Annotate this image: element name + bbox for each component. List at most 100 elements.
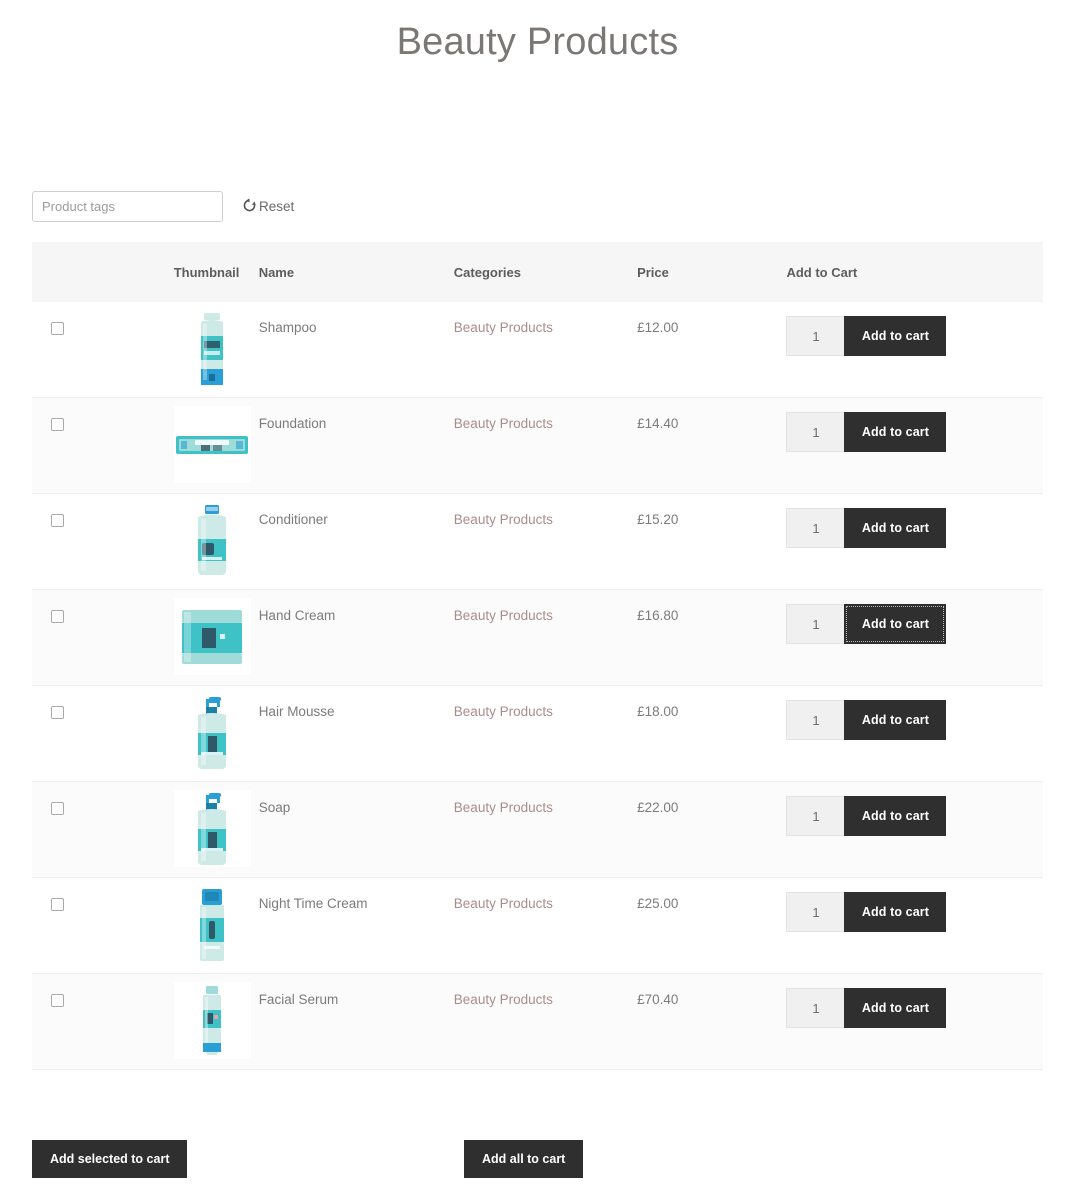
- row-thumbnail-cell: [84, 590, 251, 686]
- product-price: £25.00: [637, 896, 679, 911]
- row-select-checkbox[interactable]: [51, 418, 64, 431]
- add-to-cart-group: Add to cart: [786, 892, 947, 932]
- add-to-cart-button[interactable]: Add to cart: [844, 604, 947, 644]
- row-thumbnail-cell: [84, 878, 251, 974]
- table-header: Thumbnail Name Categories Price Add to C…: [32, 242, 1043, 302]
- product-category-link[interactable]: Beauty Products: [449, 494, 553, 527]
- reset-label: Reset: [259, 199, 295, 214]
- row-select-checkbox[interactable]: [51, 514, 64, 527]
- product-price: £16.80: [637, 608, 679, 623]
- product-thumbnail-spray-can-icon[interactable]: [173, 886, 251, 963]
- add-to-cart-group: Add to cart: [786, 316, 947, 356]
- product-thumbnail-cream-jar-icon[interactable]: [173, 598, 251, 675]
- row-categories-cell: Beauty Products: [449, 590, 632, 686]
- row-name-cell: Night Time Cream: [251, 878, 449, 974]
- quantity-input[interactable]: [786, 700, 845, 740]
- row-add-to-cart-cell: Add to cart: [780, 974, 1043, 1070]
- product-tags-input[interactable]: [32, 191, 223, 222]
- product-category-link[interactable]: Beauty Products: [449, 782, 553, 815]
- row-thumbnail-cell: [84, 974, 251, 1070]
- product-name: Hand Cream: [258, 608, 336, 623]
- reset-button[interactable]: Reset: [242, 197, 295, 216]
- add-to-cart-button[interactable]: Add to cart: [844, 988, 947, 1028]
- add-to-cart-button[interactable]: Add to cart: [844, 796, 947, 836]
- row-add-to-cart-cell: Add to cart: [780, 494, 1043, 590]
- column-header-categories: Categories: [448, 242, 633, 302]
- table-row: Night Time Cream Beauty Products £25.00 Add…: [32, 877, 1043, 974]
- quantity-input[interactable]: [786, 892, 845, 932]
- product-name: Hair Mousse: [258, 704, 335, 719]
- row-select-cell: [32, 590, 84, 686]
- row-thumbnail-cell: [84, 302, 251, 398]
- row-select-checkbox[interactable]: [51, 994, 64, 1007]
- quantity-input[interactable]: [786, 988, 845, 1028]
- quantity-input[interactable]: [786, 412, 845, 452]
- row-select-checkbox[interactable]: [51, 898, 64, 911]
- page-title: Beauty Products: [396, 21, 679, 63]
- quantity-input[interactable]: [786, 316, 845, 356]
- product-name: Conditioner: [258, 512, 328, 527]
- add-to-cart-button[interactable]: Add to cart: [844, 412, 947, 452]
- product-name: Night Time Cream: [258, 896, 368, 911]
- row-select-cell: [32, 398, 84, 494]
- table-row: Shampoo Beauty Products £12.00 Add to cart: [32, 302, 1043, 398]
- add-to-cart-group: Add to cart: [786, 508, 947, 548]
- add-to-cart-button[interactable]: Add to cart: [844, 508, 947, 548]
- add-to-cart-group: Add to cart: [786, 604, 947, 644]
- column-header-name: Name: [250, 242, 449, 302]
- add-to-cart-button[interactable]: Add to cart: [844, 700, 947, 740]
- product-category-link[interactable]: Beauty Products: [449, 302, 553, 335]
- product-thumbnail-shampoo-bottle-icon[interactable]: [173, 310, 251, 387]
- add-selected-to-cart-button[interactable]: Add selected to cart: [32, 1140, 188, 1178]
- product-price: £22.00: [637, 800, 679, 815]
- row-add-to-cart-cell: Add to cart: [780, 686, 1043, 782]
- row-categories-cell: Beauty Products: [449, 398, 632, 494]
- row-name-cell: Hair Mousse: [251, 686, 449, 782]
- product-name: Facial Serum: [258, 992, 339, 1007]
- product-category-link[interactable]: Beauty Products: [449, 686, 553, 719]
- row-price-cell: £12.00: [632, 302, 780, 398]
- add-all-to-cart-button[interactable]: Add all to cart: [464, 1140, 584, 1178]
- row-thumbnail-cell: [84, 494, 251, 590]
- row-thumbnail-cell: [84, 398, 251, 494]
- filter-bar: Reset: [32, 191, 294, 222]
- products-table: Thumbnail Name Categories Price Add to C…: [32, 242, 1043, 1070]
- add-to-cart-group: Add to cart: [786, 412, 947, 452]
- product-category-link[interactable]: Beauty Products: [449, 590, 553, 623]
- product-price: £12.00: [637, 320, 679, 335]
- column-header-price: Price: [632, 242, 781, 302]
- product-thumbnail-serum-tube-icon[interactable]: [173, 982, 251, 1059]
- row-thumbnail-cell: [84, 686, 251, 782]
- product-thumbnail-pump-bottle-icon[interactable]: [173, 790, 251, 867]
- quantity-input[interactable]: [786, 508, 845, 548]
- quantity-input[interactable]: [786, 604, 845, 644]
- table-row: Conditioner Beauty Products £15.20 Add to c…: [32, 493, 1043, 590]
- refresh-circle-icon: [242, 197, 257, 216]
- row-select-checkbox[interactable]: [51, 322, 64, 335]
- add-to-cart-button[interactable]: Add to cart: [844, 892, 947, 932]
- product-category-link[interactable]: Beauty Products: [449, 878, 553, 911]
- add-to-cart-button[interactable]: Add to cart: [844, 316, 947, 356]
- add-to-cart-group: Add to cart: [786, 700, 947, 740]
- row-categories-cell: Beauty Products: [449, 878, 632, 974]
- row-select-checkbox[interactable]: [51, 706, 64, 719]
- row-price-cell: £14.40: [632, 398, 780, 494]
- product-price: £70.40: [637, 992, 679, 1007]
- quantity-input[interactable]: [786, 796, 845, 836]
- product-thumbnail-conditioner-bottle-icon[interactable]: [173, 502, 251, 579]
- row-select-cell: [32, 878, 84, 974]
- product-category-link[interactable]: Beauty Products: [449, 398, 553, 431]
- product-category-link[interactable]: Beauty Products: [449, 974, 553, 1007]
- table-row: Facial Serum Beauty Products £70.40 Add to …: [32, 973, 1043, 1070]
- row-select-cell: [32, 494, 84, 590]
- row-select-cell: [32, 686, 84, 782]
- row-select-checkbox[interactable]: [51, 610, 64, 623]
- add-to-cart-group: Add to cart: [786, 988, 947, 1028]
- row-name-cell: Facial Serum: [251, 974, 449, 1070]
- table-row: Hand Cream Beauty Products £16.80 Add to ca…: [32, 589, 1043, 686]
- product-thumbnail-pump-bottle-icon[interactable]: [173, 694, 251, 771]
- add-to-cart-group: Add to cart: [786, 796, 947, 836]
- product-thumbnail-foundation-palette-icon[interactable]: [173, 406, 251, 483]
- column-header-add-to-cart: Add to Cart: [780, 242, 1043, 302]
- row-select-checkbox[interactable]: [51, 802, 64, 815]
